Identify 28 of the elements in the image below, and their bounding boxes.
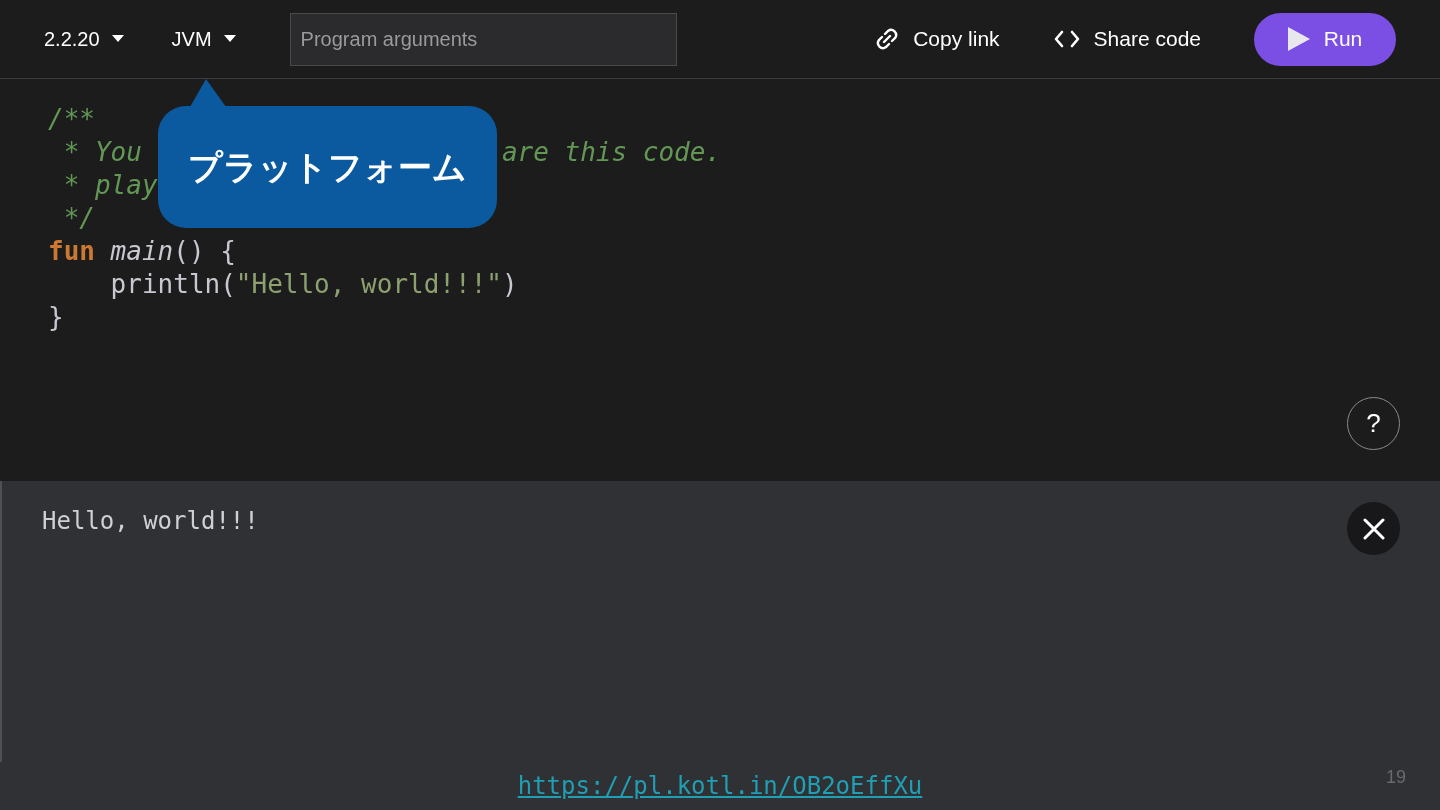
callout-text: プラットフォーム <box>188 145 467 189</box>
code-text: /** <box>48 104 95 134</box>
code-text: fun <box>48 236 95 266</box>
arguments-field[interactable]: Program arguments <box>289 12 677 66</box>
copy-link-button[interactable]: Copy link <box>873 23 1000 55</box>
code-text: * play <box>62 170 158 200</box>
code-icon <box>1053 30 1080 48</box>
close-icon <box>1362 517 1385 540</box>
code-text: * You <box>62 137 142 167</box>
code-text: () { <box>173 236 236 266</box>
version-dropdown[interactable]: 2.2.20 <box>44 24 124 54</box>
code-text: "Hello, world!!!" <box>235 269 502 299</box>
code-text: are this code. <box>501 137 722 167</box>
caret-icon <box>111 35 124 43</box>
platform-dropdown[interactable]: JVM <box>171 24 236 54</box>
play-icon <box>1287 27 1310 51</box>
close-button[interactable] <box>1347 502 1400 555</box>
run-button[interactable]: Run <box>1254 12 1396 66</box>
code-text: */ <box>62 203 95 233</box>
caret-icon <box>223 35 236 43</box>
playground-link[interactable]: https://pl.kotl.in/OB2oEffXu <box>517 768 923 804</box>
code-text: } <box>48 302 64 332</box>
code-text: ) <box>501 269 518 299</box>
output-text: Hello, world!!! <box>42 507 259 535</box>
page-number: 19 <box>1385 766 1406 789</box>
code-text: main <box>110 236 174 266</box>
code-text: println( <box>109 269 236 299</box>
share-code-button[interactable]: Share code <box>1053 23 1201 55</box>
